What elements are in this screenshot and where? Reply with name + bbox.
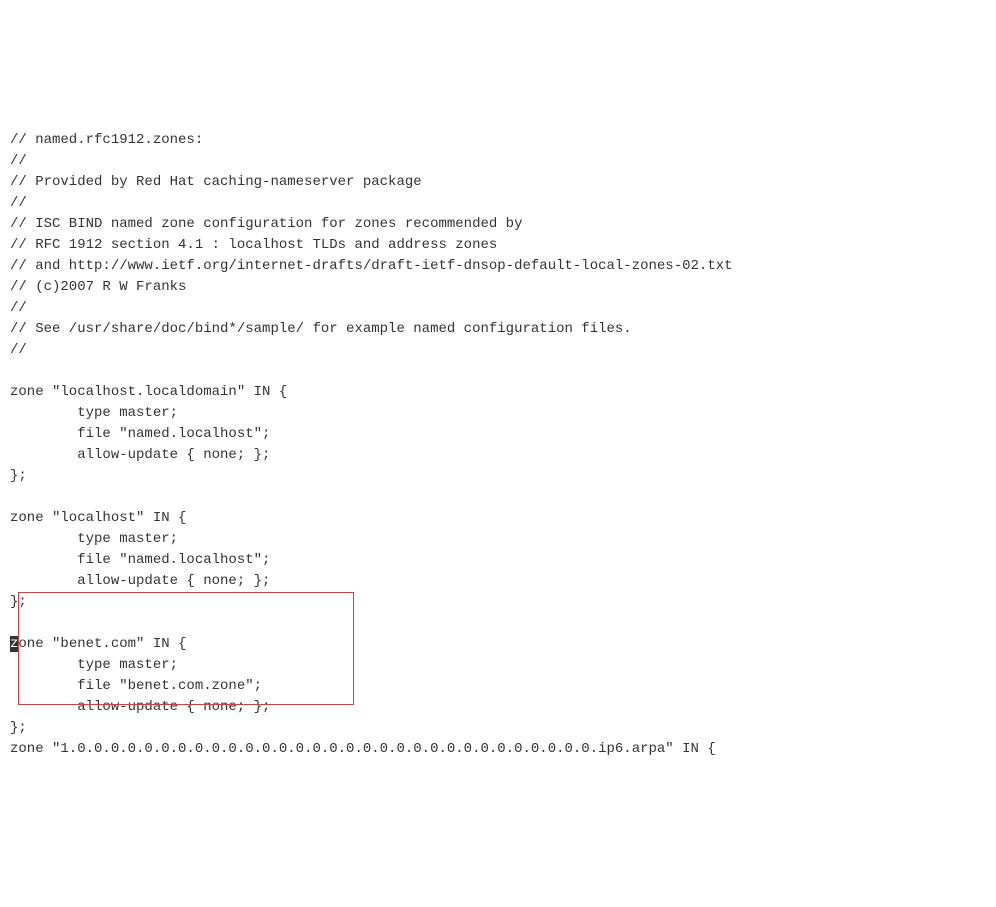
code-line[interactable]: }; <box>10 466 986 487</box>
code-line[interactable]: }; <box>10 718 986 739</box>
code-line[interactable]: type master; <box>10 403 986 424</box>
code-line[interactable]: // <box>10 298 986 319</box>
code-line[interactable]: // <box>10 340 986 361</box>
code-line[interactable]: zone "1.0.0.0.0.0.0.0.0.0.0.0.0.0.0.0.0.… <box>10 739 986 760</box>
code-line[interactable]: allow-update { none; }; <box>10 445 986 466</box>
code-line[interactable]: allow-update { none; }; <box>10 697 986 718</box>
code-editor-content[interactable]: // named.rfc1912.zones://// Provided by … <box>10 88 986 802</box>
code-line[interactable]: file "benet.com.zone"; <box>10 676 986 697</box>
code-line[interactable]: }; <box>10 592 986 613</box>
code-line[interactable]: file "named.localhost"; <box>10 550 986 571</box>
code-line[interactable]: // (c)2007 R W Franks <box>10 277 986 298</box>
code-line[interactable]: // See /usr/share/doc/bind*/sample/ for … <box>10 319 986 340</box>
code-line[interactable]: // and http://www.ietf.org/internet-draf… <box>10 256 986 277</box>
code-line[interactable]: file "named.localhost"; <box>10 424 986 445</box>
code-line[interactable] <box>10 361 986 382</box>
code-line[interactable]: // named.rfc1912.zones: <box>10 130 986 151</box>
code-line[interactable] <box>10 487 986 508</box>
code-line[interactable] <box>10 613 986 634</box>
code-line[interactable]: type master; <box>10 655 986 676</box>
code-line[interactable]: // <box>10 151 986 172</box>
text-cursor: z <box>10 636 18 652</box>
code-line[interactable]: zone "localhost" IN { <box>10 508 986 529</box>
code-line[interactable]: // <box>10 193 986 214</box>
code-line[interactable]: allow-update { none; }; <box>10 571 986 592</box>
code-line[interactable]: // Provided by Red Hat caching-nameserve… <box>10 172 986 193</box>
code-line[interactable]: type master; <box>10 529 986 550</box>
code-line[interactable]: zone "localhost.localdomain" IN { <box>10 382 986 403</box>
code-line[interactable]: // RFC 1912 section 4.1 : localhost TLDs… <box>10 235 986 256</box>
code-line[interactable]: // ISC BIND named zone configuration for… <box>10 214 986 235</box>
